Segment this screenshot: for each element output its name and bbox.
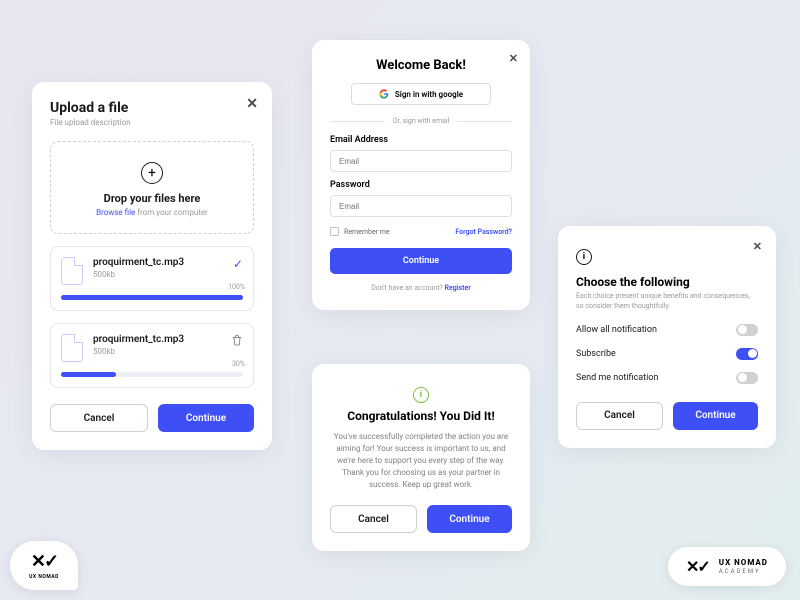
file-size: 500kb <box>93 270 184 279</box>
logo-icon: ✕✓ <box>31 551 57 572</box>
close-icon[interactable]: ✕ <box>753 240 762 253</box>
dropzone-hint: Browse file from your computer <box>59 208 245 217</box>
continue-button[interactable]: Continue <box>427 505 512 533</box>
continue-button[interactable]: Continue <box>330 248 512 274</box>
progress-percent: 30% <box>232 360 245 368</box>
google-icon <box>379 89 389 99</box>
cancel-button[interactable]: Cancel <box>576 402 663 430</box>
trash-icon[interactable] <box>231 334 243 349</box>
dropzone[interactable]: + Drop your files here Browse file from … <box>50 141 254 234</box>
option-label: Allow all notification <box>576 325 657 335</box>
brand-badge: ✕✓ UX NOMAD <box>10 541 78 590</box>
register-row: Don't have an account? Register <box>330 284 512 292</box>
checkbox-icon <box>330 227 339 236</box>
google-signin-button[interactable]: Sign in with google <box>351 83 491 105</box>
info-icon: i <box>413 387 429 403</box>
login-modal: ✕ Welcome Back! Sign in with google Or, … <box>312 40 530 310</box>
option-label: Send me notification <box>576 373 658 383</box>
login-title: Welcome Back! <box>330 58 512 73</box>
toggle-send-notification[interactable] <box>736 372 758 384</box>
email-input[interactable] <box>330 150 512 172</box>
success-body: You've successfully completed the action… <box>330 431 512 491</box>
divider: Or, sign with email <box>330 117 512 125</box>
preferences-modal: ✕ i Choose the following Each choice pre… <box>558 226 776 448</box>
continue-button[interactable]: Continue <box>673 402 758 430</box>
progress-bar: 100% <box>61 295 243 300</box>
upload-modal: ✕ Upload a file File upload description … <box>32 82 272 450</box>
close-icon[interactable]: ✕ <box>509 52 518 65</box>
preferences-title: Choose the following <box>576 275 758 289</box>
progress-percent: 100% <box>228 283 245 291</box>
option-row: Send me notification <box>576 372 758 384</box>
toggle-allow-notification[interactable] <box>736 324 758 336</box>
remember-checkbox[interactable]: Remember me <box>330 227 390 236</box>
email-label: Email Address <box>330 135 512 145</box>
file-name: proquirment_tc.mp3 <box>93 257 184 268</box>
plus-icon: + <box>141 162 163 184</box>
file-icon <box>61 334 83 362</box>
brand-academy-badge: ✕✓ UX NOMAD ACADEMY <box>668 547 786 586</box>
success-title: Congratulations! You Did It! <box>330 409 512 423</box>
success-modal: i Congratulations! You Did It! You've su… <box>312 364 530 551</box>
cancel-button[interactable]: Cancel <box>50 404 148 432</box>
close-icon[interactable]: ✕ <box>246 96 258 112</box>
file-row: proquirment_tc.mp3 500kb ✓ 100% <box>50 246 254 311</box>
password-label: Password <box>330 180 512 190</box>
file-icon <box>61 257 83 285</box>
file-size: 500kb <box>93 347 184 356</box>
option-row: Allow all notification <box>576 324 758 336</box>
register-link[interactable]: Register <box>445 284 471 292</box>
continue-button[interactable]: Continue <box>158 404 254 432</box>
upload-subtitle: File upload description <box>50 118 254 127</box>
info-icon: i <box>576 249 592 265</box>
dropzone-heading: Drop your files here <box>59 192 245 205</box>
preferences-subtitle: Each choice present unique benefits and … <box>576 292 758 312</box>
file-row: proquirment_tc.mp3 500kb 30% <box>50 323 254 388</box>
password-input[interactable] <box>330 195 512 217</box>
file-name: proquirment_tc.mp3 <box>93 334 184 345</box>
option-row: Subscribe <box>576 348 758 360</box>
toggle-subscribe[interactable] <box>736 348 758 360</box>
option-label: Subscribe <box>576 349 616 359</box>
forgot-password-link[interactable]: Forgot Password? <box>455 228 512 236</box>
upload-title: Upload a file <box>50 100 254 116</box>
browse-link[interactable]: Browse file <box>96 208 135 217</box>
logo-icon: ✕✓ <box>686 557 709 576</box>
progress-bar: 30% <box>61 372 243 377</box>
check-icon: ✓ <box>233 257 243 271</box>
cancel-button[interactable]: Cancel <box>330 505 417 533</box>
